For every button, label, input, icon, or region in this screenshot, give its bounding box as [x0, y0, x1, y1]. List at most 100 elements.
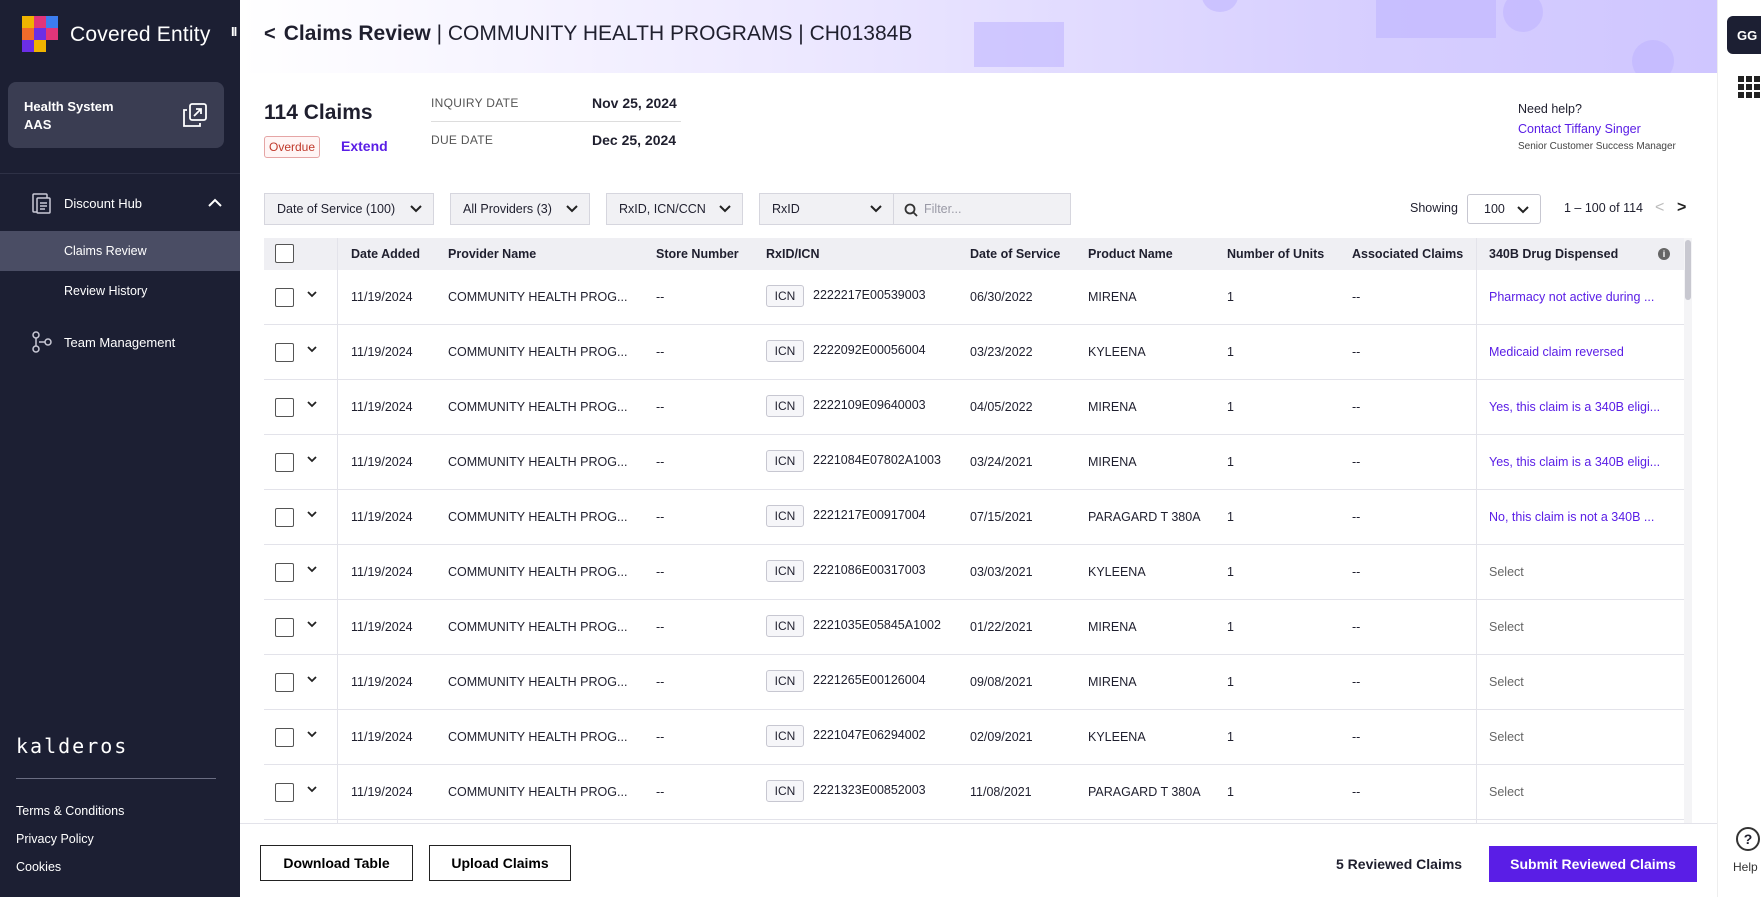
sidebar-item-discount-hub[interactable]: Discount Hub	[0, 183, 240, 223]
cell-340b-dispensed[interactable]: Select	[1489, 565, 1524, 579]
id-type-filter[interactable]: RxID, ICN/CCN	[606, 193, 743, 225]
cell-associated-claims: --	[1352, 455, 1361, 469]
expand-row-icon[interactable]	[306, 508, 318, 520]
download-table-button[interactable]: Download Table	[260, 845, 413, 881]
row-checkbox[interactable]	[275, 783, 294, 802]
search-field-select[interactable]: RxID	[759, 193, 894, 225]
column-header[interactable]: Product Name	[1088, 247, 1173, 261]
header-decoration	[1376, 0, 1496, 38]
row-checkbox[interactable]	[275, 398, 294, 417]
row-checkbox[interactable]	[275, 508, 294, 527]
table-row[interactable]: ICN 11/19/2024 COMMUNITY HEALTH PROG... -- 2…	[264, 490, 1684, 545]
chevron-up-icon[interactable]	[206, 194, 224, 212]
table-row[interactable]: ICN 11/19/2024 COMMUNITY HEALTH PROG... -- 2…	[264, 435, 1684, 490]
filter-label: All Providers (3)	[463, 202, 552, 216]
next-page-icon[interactable]: >	[1677, 199, 1686, 217]
help-contact-box: Need help? Contact Tiffany Singer Senior…	[1511, 93, 1695, 161]
row-checkbox[interactable]	[275, 453, 294, 472]
header-decoration	[1632, 40, 1674, 73]
select-all-checkbox[interactable]	[275, 244, 294, 263]
cell-units: 1	[1227, 400, 1234, 414]
expand-row-icon[interactable]	[306, 673, 318, 685]
column-header[interactable]: Associated Claims	[1352, 247, 1463, 261]
contact-link[interactable]: Contact Tiffany Singer	[1518, 122, 1641, 136]
table-row[interactable]: ICN 11/19/2024 COMMUNITY HEALTH PROG... -- 2…	[264, 765, 1684, 820]
cell-340b-dispensed[interactable]: Yes, this claim is a 340B eligi...	[1489, 455, 1660, 469]
cell-provider-name: COMMUNITY HEALTH PROG...	[448, 290, 628, 304]
cell-date-added: 11/19/2024	[351, 620, 413, 634]
cell-rx-icn: 2221217E00917004	[813, 508, 926, 522]
info-icon[interactable]: i	[1658, 248, 1670, 260]
brand[interactable]: Covered Entity	[22, 16, 211, 54]
expand-row-icon[interactable]	[306, 453, 318, 465]
cell-provider-name: COMMUNITY HEALTH PROG...	[448, 455, 628, 469]
terms-link[interactable]: Terms & Conditions	[16, 804, 124, 818]
column-header[interactable]: Date Added	[351, 247, 420, 261]
row-checkbox[interactable]	[275, 563, 294, 582]
row-checkbox[interactable]	[275, 728, 294, 747]
switch-org-icon[interactable]	[182, 102, 208, 128]
date-of-service-filter[interactable]: Date of Service (100)	[264, 193, 434, 225]
cell-product-name: MIRENA	[1088, 290, 1137, 304]
column-header[interactable]: Number of Units	[1227, 247, 1324, 261]
org-switcher[interactable]: Health System AAS	[8, 82, 224, 148]
table-row[interactable]: ICN 11/19/2024 COMMUNITY HEALTH PROG... -- 2…	[264, 710, 1684, 765]
cookies-link[interactable]: Cookies	[16, 860, 61, 874]
table-row[interactable]: ICN 11/19/2024 COMMUNITY HEALTH PROG... -- 2…	[264, 545, 1684, 600]
id-type-badge: ICN	[766, 505, 804, 527]
cell-340b-dispensed[interactable]: Select	[1489, 675, 1524, 689]
cell-340b-dispensed[interactable]: Select	[1489, 785, 1524, 799]
extend-link[interactable]: Extend	[341, 138, 388, 154]
column-header[interactable]: RxID/ICN	[766, 247, 819, 261]
sidebar-item-team-management[interactable]: Team Management	[0, 322, 240, 362]
cell-date-added: 11/19/2024	[351, 730, 413, 744]
table-row[interactable]: ICN 11/19/2024 COMMUNITY HEALTH PROG... -- 2…	[264, 325, 1684, 380]
sidebar-item-review-history[interactable]: Review History	[0, 271, 240, 311]
row-checkbox[interactable]	[275, 673, 294, 692]
privacy-link[interactable]: Privacy Policy	[16, 832, 94, 846]
column-header[interactable]: Provider Name	[448, 247, 536, 261]
expand-row-icon[interactable]	[306, 343, 318, 355]
upload-claims-button[interactable]: Upload Claims	[429, 845, 571, 881]
submit-reviewed-claims-button[interactable]: Submit Reviewed Claims	[1489, 846, 1697, 882]
scrollbar-thumb[interactable]	[1685, 240, 1691, 300]
column-header[interactable]: Date of Service	[970, 247, 1060, 261]
expand-row-icon[interactable]	[306, 398, 318, 410]
cell-340b-dispensed[interactable]: Select	[1489, 620, 1524, 634]
expand-row-icon[interactable]	[306, 563, 318, 575]
table-row[interactable]: ICN 11/19/2024 COMMUNITY HEALTH PROG... -- 2…	[264, 380, 1684, 435]
avatar[interactable]: GG	[1727, 16, 1761, 54]
apps-grid-icon[interactable]	[1738, 76, 1760, 98]
cell-product-name: KYLEENA	[1088, 565, 1146, 579]
sidebar-item-label: Review History	[64, 284, 148, 298]
table-scrollbar[interactable]	[1684, 238, 1692, 823]
column-header[interactable]: Store Number	[656, 247, 739, 261]
table-row[interactable]: ICN 11/19/2024 COMMUNITY HEALTH PROG... -- 2…	[264, 270, 1684, 325]
table-row[interactable]: ICN 11/19/2024 COMMUNITY HEALTH PROG... -- 2…	[264, 655, 1684, 710]
row-checkbox[interactable]	[275, 288, 294, 307]
page-size-select[interactable]: 100	[1467, 194, 1541, 224]
collapse-sidebar-button[interactable]: II	[231, 24, 237, 39]
expand-row-icon[interactable]	[306, 728, 318, 740]
row-checkbox[interactable]	[275, 343, 294, 362]
cell-340b-dispensed[interactable]: Yes, this claim is a 340B eligi...	[1489, 400, 1660, 414]
cell-340b-dispensed[interactable]: Pharmacy not active during ...	[1489, 290, 1654, 304]
search-input[interactable]: Filter...	[893, 193, 1071, 225]
providers-filter[interactable]: All Providers (3)	[450, 193, 590, 225]
column-header[interactable]: 340B Drug Dispensed	[1489, 247, 1618, 261]
prev-page-icon[interactable]: <	[1655, 199, 1664, 217]
sidebar-item-claims-review[interactable]: Claims Review	[0, 231, 240, 271]
cell-340b-dispensed[interactable]: Select	[1489, 730, 1524, 744]
chevron-down-icon	[410, 205, 422, 213]
expand-row-icon[interactable]	[306, 783, 318, 795]
help-label[interactable]: Help	[1733, 860, 1758, 874]
expand-row-icon[interactable]	[306, 288, 318, 300]
cell-340b-dispensed[interactable]: Medicaid claim reversed	[1489, 345, 1624, 359]
back-arrow-icon[interactable]: <	[264, 23, 276, 46]
help-icon[interactable]: ?	[1736, 827, 1760, 851]
expand-row-icon[interactable]	[306, 618, 318, 630]
row-checkbox[interactable]	[275, 618, 294, 637]
cell-associated-claims: --	[1352, 785, 1361, 799]
cell-340b-dispensed[interactable]: No, this claim is not a 340B ...	[1489, 510, 1654, 524]
table-row[interactable]: ICN 11/19/2024 COMMUNITY HEALTH PROG... -- 2…	[264, 600, 1684, 655]
